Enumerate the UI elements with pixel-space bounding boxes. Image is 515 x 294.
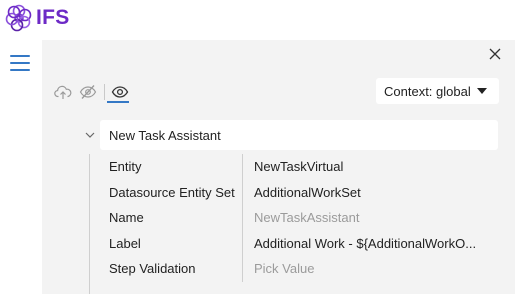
- property-key: Entity: [109, 159, 142, 174]
- property-divider: [242, 230, 243, 256]
- property-key: Step Validation: [109, 261, 196, 276]
- ifs-logo-mark-icon: [5, 4, 32, 32]
- property-row: Entity NewTaskVirtual: [100, 154, 498, 180]
- property-divider: [242, 179, 243, 205]
- close-icon[interactable]: [487, 46, 503, 62]
- ifs-logo-text: IFS: [36, 6, 70, 29]
- ifs-logo[interactable]: IFS: [4, 3, 70, 33]
- tree-node-title[interactable]: New Task Assistant: [100, 120, 498, 150]
- left-navigation-rail: [0, 40, 42, 294]
- property-row: Step Validation Pick Value: [100, 256, 498, 282]
- component-tree: New Task Assistant Entity NewTaskVirtual D…: [70, 120, 498, 294]
- context-dropdown[interactable]: Context: global: [376, 78, 499, 104]
- eye-icon[interactable]: [111, 83, 129, 101]
- hamburger-menu-icon[interactable]: [10, 55, 30, 73]
- toolbar-separator: [104, 84, 105, 100]
- property-key: Label: [109, 235, 141, 251]
- property-key: Name: [109, 210, 144, 225]
- property-value[interactable]: AdditionalWorkSet: [254, 185, 490, 200]
- property-key: Datasource Entity Set: [109, 184, 235, 200]
- cloud-upload-icon[interactable]: [54, 83, 72, 101]
- caret-down-icon: [476, 88, 487, 94]
- property-divider: [242, 205, 243, 231]
- eye-tab-indicator: [107, 101, 129, 103]
- chevron-down-icon[interactable]: [84, 129, 96, 141]
- top-bar: IFS: [0, 0, 515, 40]
- eye-off-icon[interactable]: [79, 83, 97, 101]
- property-value[interactable]: NewTaskAssistant: [254, 210, 490, 225]
- tree-guide-line: [89, 154, 90, 294]
- property-list: Entity NewTaskVirtual Datasource Entity Se…: [100, 154, 498, 282]
- context-dropdown-label: Context: global: [384, 83, 471, 99]
- property-value[interactable]: Pick Value: [254, 261, 490, 276]
- tree-node-header: New Task Assistant: [70, 120, 498, 150]
- property-value[interactable]: Additional Work - ${AdditionalWorkO...: [254, 236, 490, 251]
- property-value[interactable]: NewTaskVirtual: [254, 159, 490, 174]
- property-row: Label Additional Work - ${AdditionalWorkO…: [100, 230, 498, 256]
- property-row: Datasource Entity Set AdditionalWorkSet: [100, 179, 498, 205]
- page-designer-panel: Context: global New Task Assistant Entit…: [42, 40, 515, 294]
- property-divider: [242, 256, 243, 282]
- property-row: Name NewTaskAssistant: [100, 205, 498, 231]
- property-divider: [242, 154, 243, 180]
